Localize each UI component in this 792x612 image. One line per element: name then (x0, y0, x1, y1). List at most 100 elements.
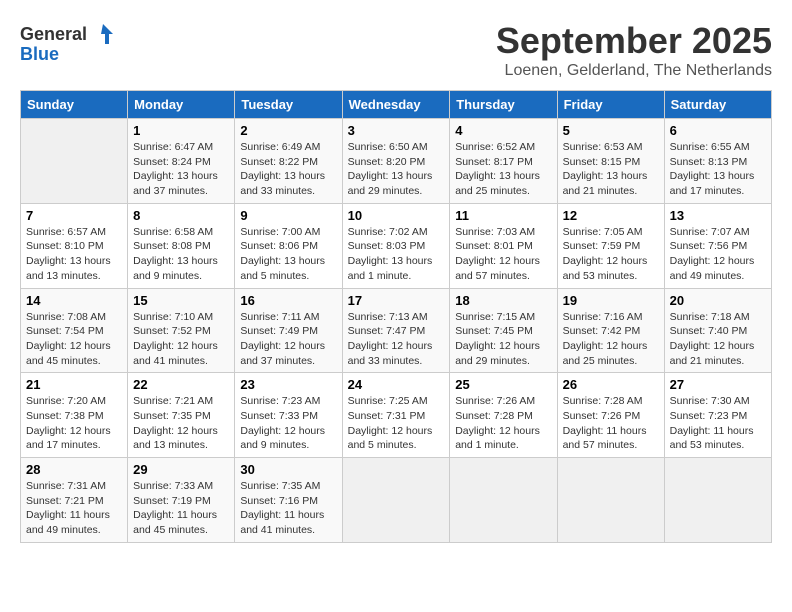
day-number: 29 (133, 462, 229, 477)
col-monday: Monday (128, 91, 235, 119)
day-cell: 28Sunrise: 7:31 AM Sunset: 7:21 PM Dayli… (21, 458, 128, 543)
day-detail: Sunrise: 7:18 AM Sunset: 7:40 PM Dayligh… (670, 310, 766, 369)
day-number: 7 (26, 208, 122, 223)
day-cell: 9Sunrise: 7:00 AM Sunset: 8:06 PM Daylig… (235, 203, 342, 288)
day-cell: 11 Sunrise: 7:03 AM Sunset: 8:01 PM Dayli… (450, 203, 557, 288)
week-row-1: 1Sunrise: 6:47 AM Sunset: 8:24 PM Daylig… (21, 119, 772, 204)
day-cell: 13 Sunrise: 7:07 AM Sunset: 7:56 PM Dayli… (664, 203, 771, 288)
calendar-body: 1Sunrise: 6:47 AM Sunset: 8:24 PM Daylig… (21, 119, 772, 543)
day-cell (664, 458, 771, 543)
month-title: September 2025 (496, 20, 772, 62)
day-number: 4 (455, 123, 551, 138)
day-cell: 21 Sunrise: 7:20 AM Sunset: 7:38 PM Dayli… (21, 373, 128, 458)
day-detail: Sunrise: 6:52 AM Sunset: 8:17 PM Dayligh… (455, 140, 551, 199)
day-cell: 3 Sunrise: 6:50 AM Sunset: 8:20 PM Daylig… (342, 119, 450, 204)
day-number: 3 (348, 123, 445, 138)
col-wednesday: Wednesday (342, 91, 450, 119)
col-saturday: Saturday (664, 91, 771, 119)
day-number: 23 (240, 377, 336, 392)
logo-arrow-icon (89, 20, 117, 48)
day-detail: Sunrise: 7:08 AM Sunset: 7:54 PM Dayligh… (26, 310, 122, 369)
day-number: 6 (670, 123, 766, 138)
day-number: 11 (455, 208, 551, 223)
day-number: 21 (26, 377, 122, 392)
day-detail: Sunrise: 7:26 AM Sunset: 7:28 PM Dayligh… (455, 394, 551, 453)
calendar-table: Sunday Monday Tuesday Wednesday Thursday… (20, 90, 772, 543)
day-cell: 18 Sunrise: 7:15 AM Sunset: 7:45 PM Dayli… (450, 288, 557, 373)
day-cell: 23 Sunrise: 7:23 AM Sunset: 7:33 PM Dayli… (235, 373, 342, 458)
day-cell: 7 Sunrise: 6:57 AM Sunset: 8:10 PM Daylig… (21, 203, 128, 288)
day-cell: 29Sunrise: 7:33 AM Sunset: 7:19 PM Dayli… (128, 458, 235, 543)
logo-general: General (20, 24, 87, 45)
day-cell: 4 Sunrise: 6:52 AM Sunset: 8:17 PM Daylig… (450, 119, 557, 204)
day-number: 18 (455, 293, 551, 308)
day-number: 22 (133, 377, 229, 392)
day-cell: 16 Sunrise: 7:11 AM Sunset: 7:49 PM Dayli… (235, 288, 342, 373)
day-detail: Sunrise: 6:55 AM Sunset: 8:13 PM Dayligh… (670, 140, 766, 199)
day-number: 28 (26, 462, 122, 477)
week-row-4: 21 Sunrise: 7:20 AM Sunset: 7:38 PM Dayli… (21, 373, 772, 458)
day-number: 14 (26, 293, 122, 308)
day-number: 1 (133, 123, 229, 138)
day-detail: Sunrise: 7:20 AM Sunset: 7:38 PM Dayligh… (26, 394, 122, 453)
day-detail: Sunrise: 7:07 AM Sunset: 7:56 PM Dayligh… (670, 225, 766, 284)
day-detail: Sunrise: 7:11 AM Sunset: 7:49 PM Dayligh… (240, 310, 336, 369)
day-cell: 30Sunrise: 7:35 AM Sunset: 7:16 PM Dayli… (235, 458, 342, 543)
day-cell: 10Sunrise: 7:02 AM Sunset: 8:03 PM Dayli… (342, 203, 450, 288)
day-cell: 15 Sunrise: 7:10 AM Sunset: 7:52 PM Dayli… (128, 288, 235, 373)
day-detail: Sunrise: 6:57 AM Sunset: 8:10 PM Dayligh… (26, 225, 122, 284)
col-tuesday: Tuesday (235, 91, 342, 119)
day-detail: Sunrise: 7:15 AM Sunset: 7:45 PM Dayligh… (455, 310, 551, 369)
day-cell: 1Sunrise: 6:47 AM Sunset: 8:24 PM Daylig… (128, 119, 235, 204)
day-detail: Sunrise: 6:50 AM Sunset: 8:20 PM Dayligh… (348, 140, 445, 199)
day-number: 9 (240, 208, 336, 223)
day-cell: 25 Sunrise: 7:26 AM Sunset: 7:28 PM Dayli… (450, 373, 557, 458)
day-number: 16 (240, 293, 336, 308)
day-detail: Sunrise: 7:30 AM Sunset: 7:23 PM Dayligh… (670, 394, 766, 453)
day-cell: 5 Sunrise: 6:53 AM Sunset: 8:15 PM Daylig… (557, 119, 664, 204)
day-detail: Sunrise: 7:21 AM Sunset: 7:35 PM Dayligh… (133, 394, 229, 453)
day-cell: 20 Sunrise: 7:18 AM Sunset: 7:40 PM Dayli… (664, 288, 771, 373)
day-cell: 2Sunrise: 6:49 AM Sunset: 8:22 PM Daylig… (235, 119, 342, 204)
day-cell: 27 Sunrise: 7:30 AM Sunset: 7:23 PM Dayli… (664, 373, 771, 458)
day-detail: Sunrise: 6:58 AM Sunset: 8:08 PM Dayligh… (133, 225, 229, 284)
day-detail: Sunrise: 7:16 AM Sunset: 7:42 PM Dayligh… (563, 310, 659, 369)
day-detail: Sunrise: 7:25 AM Sunset: 7:31 PM Dayligh… (348, 394, 445, 453)
day-detail: Sunrise: 7:13 AM Sunset: 7:47 PM Dayligh… (348, 310, 445, 369)
day-number: 25 (455, 377, 551, 392)
day-detail: Sunrise: 7:03 AM Sunset: 8:01 PM Dayligh… (455, 225, 551, 284)
day-cell (342, 458, 450, 543)
col-thursday: Thursday (450, 91, 557, 119)
calendar-header: Sunday Monday Tuesday Wednesday Thursday… (21, 91, 772, 119)
day-detail: Sunrise: 6:53 AM Sunset: 8:15 PM Dayligh… (563, 140, 659, 199)
day-cell: 17 Sunrise: 7:13 AM Sunset: 7:47 PM Dayli… (342, 288, 450, 373)
page-header: General Blue September 2025 Loenen, Geld… (20, 20, 772, 80)
day-cell (557, 458, 664, 543)
logo-blue: Blue (20, 44, 59, 65)
col-friday: Friday (557, 91, 664, 119)
day-number: 2 (240, 123, 336, 138)
day-cell: 22 Sunrise: 7:21 AM Sunset: 7:35 PM Dayli… (128, 373, 235, 458)
day-detail: Sunrise: 7:23 AM Sunset: 7:33 PM Dayligh… (240, 394, 336, 453)
day-cell: 26 Sunrise: 7:28 AM Sunset: 7:26 PM Dayli… (557, 373, 664, 458)
day-cell: 12Sunrise: 7:05 AM Sunset: 7:59 PM Dayli… (557, 203, 664, 288)
day-number: 13 (670, 208, 766, 223)
day-number: 17 (348, 293, 445, 308)
day-number: 27 (670, 377, 766, 392)
day-number: 19 (563, 293, 659, 308)
day-detail: Sunrise: 7:35 AM Sunset: 7:16 PM Dayligh… (240, 479, 336, 538)
day-number: 15 (133, 293, 229, 308)
day-number: 26 (563, 377, 659, 392)
day-cell: 19 Sunrise: 7:16 AM Sunset: 7:42 PM Dayli… (557, 288, 664, 373)
day-number: 5 (563, 123, 659, 138)
week-row-5: 28Sunrise: 7:31 AM Sunset: 7:21 PM Dayli… (21, 458, 772, 543)
day-number: 10 (348, 208, 445, 223)
day-cell: 24Sunrise: 7:25 AM Sunset: 7:31 PM Dayli… (342, 373, 450, 458)
day-number: 20 (670, 293, 766, 308)
day-cell: 8 Sunrise: 6:58 AM Sunset: 8:08 PM Daylig… (128, 203, 235, 288)
day-number: 8 (133, 208, 229, 223)
title-area: September 2025 Loenen, Gelderland, The N… (496, 20, 772, 80)
day-cell: 6 Sunrise: 6:55 AM Sunset: 8:13 PM Daylig… (664, 119, 771, 204)
day-detail: Sunrise: 7:10 AM Sunset: 7:52 PM Dayligh… (133, 310, 229, 369)
day-detail: Sunrise: 7:28 AM Sunset: 7:26 PM Dayligh… (563, 394, 659, 453)
